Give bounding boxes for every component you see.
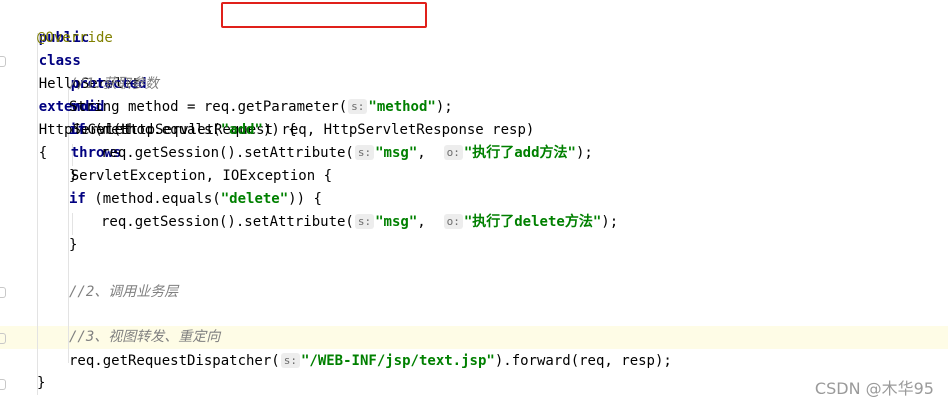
annotation: @Override xyxy=(37,30,113,46)
code-text: req.getSession().setAttribute( xyxy=(101,145,354,161)
code-line-forward: req.getRequestDispatcher(s: "/WEB-INF/jsp… xyxy=(69,350,672,373)
code-text: req.getRequestDispatcher( xyxy=(69,353,280,369)
code-text: (method.equals( xyxy=(94,122,221,138)
string-literal: "msg" xyxy=(375,214,418,230)
code-text: (method.equals( xyxy=(94,191,221,207)
code-text: )) { xyxy=(288,191,322,207)
code-text: , xyxy=(417,214,426,230)
string-literal: "delete" xyxy=(220,191,289,207)
indent-guide xyxy=(72,213,73,235)
code-line-comment: //3、视图转发、重定向 xyxy=(69,326,220,349)
code-text: )) { xyxy=(262,122,297,138)
parameter-hint: s: xyxy=(354,145,375,160)
code-line-set-attribute-add: req.getSession().setAttribute(s: "msg", o… xyxy=(101,142,593,165)
keyword-if: if xyxy=(69,191,86,207)
comment: //3、视图转发、重定向 xyxy=(69,329,221,345)
code-line-if-delete: if (method.equals("delete")) { xyxy=(69,188,322,211)
code-line-close-brace: } xyxy=(69,234,77,257)
code-line-comment: //1.获取参数 xyxy=(69,73,159,96)
code-line-get-parameter: String method = req.getParameter(s: "meth… xyxy=(69,96,453,119)
code-line-set-attribute-delete: req.getSession().setAttribute(s: "msg", o… xyxy=(101,211,618,234)
fold-marker-icon[interactable] xyxy=(0,379,6,390)
code-text: ).forward(req, resp); xyxy=(494,353,672,369)
brace: } xyxy=(69,168,78,184)
brace: } xyxy=(69,237,78,253)
code-text: String method = req.getParameter( xyxy=(69,99,348,115)
code-text: ); xyxy=(435,99,453,115)
parameter-hint: s: xyxy=(354,214,375,229)
comment: //2、调用业务层 xyxy=(69,284,179,300)
string-literal: "执行了delete方法" xyxy=(463,214,602,230)
fold-marker-icon[interactable] xyxy=(0,333,6,344)
code-text: , xyxy=(417,145,426,161)
string-literal: "method" xyxy=(368,99,436,115)
exception-list: ServletException, IOException { xyxy=(70,168,333,184)
parameter-hint: s: xyxy=(348,99,368,114)
string-literal: "add" xyxy=(220,122,263,138)
watermark: CSDN @木华95 xyxy=(814,379,934,398)
code-line-close-brace: } xyxy=(37,372,45,395)
string-literal: "执行了add方法" xyxy=(463,145,576,161)
code-line-method-signature: protected void doGet(HttpServletRequest … xyxy=(37,50,535,184)
code-line-comment: //2、调用业务层 xyxy=(69,281,178,304)
code-line-if-add: if (method.equals("add")) { xyxy=(69,119,297,142)
code-line-annotation: @Override xyxy=(37,27,113,50)
string-literal: "/WEB-INF/jsp/text.jsp" xyxy=(300,353,495,369)
keyword-if: if xyxy=(69,122,86,138)
fold-marker-icon[interactable] xyxy=(0,287,6,298)
brace: } xyxy=(37,375,46,391)
comment: //1.获取参数 xyxy=(69,76,159,92)
parameter-hint: s: xyxy=(280,353,300,368)
code-editor[interactable]: public class HelloServlet extends HttpSe… xyxy=(0,0,948,407)
code-line-class-declaration: public class HelloServlet extends HttpSe… xyxy=(5,4,140,161)
code-line-close-brace: } xyxy=(69,165,77,188)
code-text: req.getSession().setAttribute( xyxy=(101,214,354,230)
string-literal: "msg" xyxy=(375,145,418,161)
extends-highlight-box xyxy=(221,2,427,28)
parameter-hint: o: xyxy=(443,145,463,160)
code-text: ); xyxy=(575,145,593,161)
code-text: ); xyxy=(601,214,619,230)
parameter-hint: o: xyxy=(443,214,463,229)
